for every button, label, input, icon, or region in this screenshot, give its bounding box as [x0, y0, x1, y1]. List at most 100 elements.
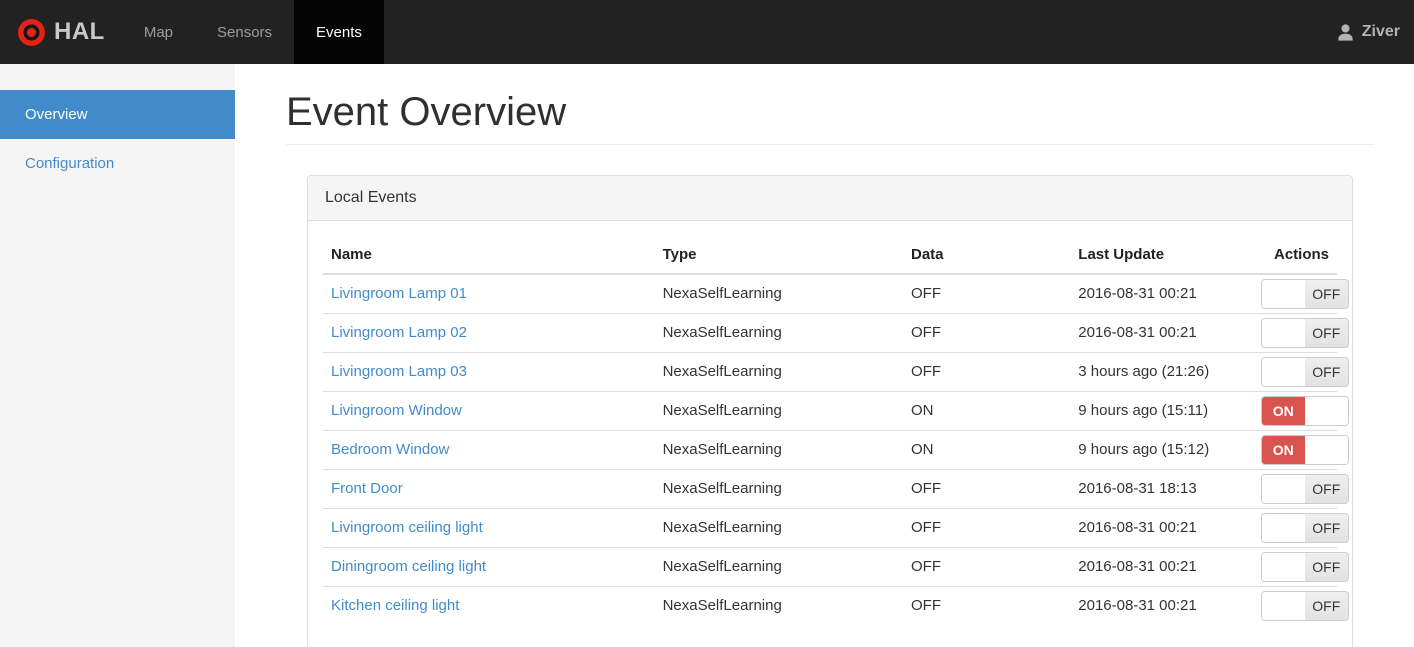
toggle-switch[interactable]: ON OFF	[1260, 278, 1349, 309]
column-header-data: Data	[902, 246, 1071, 275]
main-content: Event Overview Local Events Name Type Da…	[235, 64, 1414, 647]
toggle-switch[interactable]: ON OFF	[1260, 434, 1349, 465]
event-type-cell: NexaSelfLearning	[654, 312, 903, 352]
toggle-switch[interactable]: ON OFF	[1260, 473, 1349, 504]
event-name-cell: Livingroom ceiling light	[323, 507, 655, 547]
column-header-type: Type	[654, 246, 903, 275]
panel-body: Name Type Data Last Update Actions Livin…	[308, 221, 1352, 640]
user-menu[interactable]: Ziver	[1336, 0, 1414, 64]
toggle-knob	[1261, 552, 1305, 581]
nav-item-map[interactable]: Map	[122, 0, 195, 64]
column-header-last-update: Last Update	[1070, 246, 1253, 275]
toggle-knob	[1261, 357, 1305, 386]
toggle-switch[interactable]: ON OFF	[1260, 356, 1349, 387]
brand[interactable]: HAL	[0, 0, 122, 64]
event-actions-cell: ON OFF	[1252, 507, 1349, 547]
event-name-link[interactable]: Livingroom Window	[331, 402, 462, 419]
toggle-switch[interactable]: ON OFF	[1260, 551, 1349, 582]
toggle-knob	[1261, 474, 1305, 503]
events-table-body: Livingroom Lamp 01 NexaSelfLearning OFF …	[323, 274, 1349, 625]
toggle-off-label: OFF	[1304, 513, 1348, 542]
event-name-link[interactable]: Livingroom ceiling light	[331, 519, 483, 536]
event-last-update-cell: 2016-08-31 00:21	[1070, 507, 1253, 547]
event-data-cell: OFF	[902, 468, 1071, 508]
toggle-switch[interactable]: ON OFF	[1260, 512, 1349, 543]
event-actions-cell: ON OFF	[1252, 585, 1349, 625]
hal-bullseye-logo-icon	[18, 18, 45, 46]
toggle-off-label: OFF	[1304, 474, 1348, 503]
event-name-link[interactable]: Livingroom Lamp 03	[331, 363, 467, 380]
event-name-cell: Livingroom Lamp 02	[323, 312, 655, 352]
toggle-on-label: ON	[1261, 435, 1305, 464]
nav-item-sensors[interactable]: Sensors	[195, 0, 294, 64]
event-name-link[interactable]: Livingroom Lamp 02	[331, 324, 467, 341]
toggle-knob	[1261, 591, 1305, 620]
event-data-cell: OFF	[902, 507, 1071, 547]
event-last-update-cell: 9 hours ago (15:12)	[1070, 429, 1253, 469]
toggle-knob	[1304, 435, 1348, 464]
event-last-update-cell: 2016-08-31 00:21	[1078, 285, 1197, 303]
event-name-link[interactable]: Livingroom Lamp 01	[331, 285, 467, 302]
toggle-on-label: ON	[1261, 396, 1305, 425]
toggle-switch[interactable]: ON OFF	[1260, 590, 1349, 621]
event-data-cell: OFF	[902, 351, 1071, 391]
event-type-cell: NexaSelfLearning	[654, 507, 903, 547]
toggle-off-label: OFF	[1304, 552, 1348, 581]
event-actions-cell: ON OFF	[1252, 468, 1349, 508]
nav-item-events-label: Events	[316, 23, 362, 41]
event-name-cell: Livingroom Lamp 01	[323, 274, 655, 313]
event-last-update-cell: 2016-08-31 18:13	[1070, 468, 1253, 508]
event-data-cell: ON	[902, 390, 1071, 430]
event-name-link[interactable]: Front Door	[331, 480, 403, 497]
event-name-link[interactable]: Bedroom Window	[331, 441, 449, 458]
event-type-cell: NexaSelfLearning	[654, 546, 903, 586]
toggle-switch[interactable]: ON OFF	[1260, 317, 1349, 348]
event-name-link[interactable]: Diningroom ceiling light	[331, 558, 486, 575]
event-actions-cell: ON OFF	[1252, 546, 1349, 586]
user-icon	[1338, 23, 1353, 41]
table-header-row: Name Type Data Last Update Actions	[323, 246, 1337, 275]
column-header-actions: Actions	[1252, 246, 1337, 275]
event-type-cell: NexaSelfLearning	[654, 390, 903, 430]
nav-item-events[interactable]: Events	[294, 0, 384, 64]
event-last-update-cell: 2016-08-31 00:21	[1070, 312, 1253, 352]
toggle-switch[interactable]: ON OFF	[1260, 395, 1349, 426]
page-layout: Overview Configuration Event Overview Lo…	[0, 64, 1414, 647]
event-actions-cell: ON OFF	[1252, 351, 1349, 391]
event-name-cell: Bedroom Window	[323, 429, 655, 469]
event-last-update-cell: 2016-08-31 00:21	[1070, 585, 1253, 625]
event-actions-cell: ON OFF	[1252, 429, 1349, 469]
table-row: Livingroom Window NexaSelfLearning ON 9 …	[323, 390, 1349, 430]
event-data-cell: OFF	[910, 285, 941, 303]
event-type-cell: NexaSelfLearning	[654, 429, 903, 469]
event-actions-cell: ON OFF	[1252, 312, 1349, 352]
table-row: Livingroom Lamp 02 NexaSelfLearning OFF …	[323, 312, 1349, 352]
column-header-name: Name	[323, 246, 655, 275]
event-actions-cell: ON OFF	[1253, 274, 1349, 313]
event-name-cell: Kitchen ceiling light	[323, 585, 655, 625]
toggle-knob	[1261, 513, 1305, 542]
toggle-off-label: OFF	[1304, 591, 1348, 620]
toggle-off-label: OFF	[1304, 279, 1348, 308]
sidebar-item-overview-label: Overview	[25, 106, 88, 123]
sidebar-item-configuration-label: Configuration	[25, 155, 115, 172]
toggle-knob	[1261, 279, 1305, 308]
event-data-cell: OFF	[902, 546, 1071, 586]
event-data-cell: OFF	[902, 585, 1071, 625]
table-row: Kitchen ceiling light NexaSelfLearning O…	[323, 585, 1349, 625]
event-type-cell: NexaSelfLearning	[654, 585, 903, 625]
toggle-off-label: OFF	[1304, 318, 1348, 347]
table-row: Livingroom Lamp 03 NexaSelfLearning OFF …	[323, 351, 1349, 391]
event-actions-cell: ON OFF	[1252, 390, 1349, 430]
event-name-link[interactable]: Kitchen ceiling light	[331, 597, 459, 614]
nav-item-map-label: Map	[143, 23, 174, 41]
event-name-cell: Diningroom ceiling light	[323, 546, 655, 586]
main-nav: Map Sensors Events	[122, 0, 384, 64]
event-name-cell: Livingroom Window	[323, 390, 655, 430]
sidebar-item-overview[interactable]: Overview	[0, 90, 235, 139]
toggle-knob	[1304, 396, 1348, 425]
table-row: Front Door NexaSelfLearning OFF 2016-08-…	[323, 468, 1349, 508]
table-row: Livingroom Lamp 01 NexaSelfLearning OFF …	[323, 274, 1349, 313]
username-label: Ziver	[1361, 23, 1400, 40]
sidebar-item-configuration[interactable]: Configuration	[0, 139, 235, 188]
